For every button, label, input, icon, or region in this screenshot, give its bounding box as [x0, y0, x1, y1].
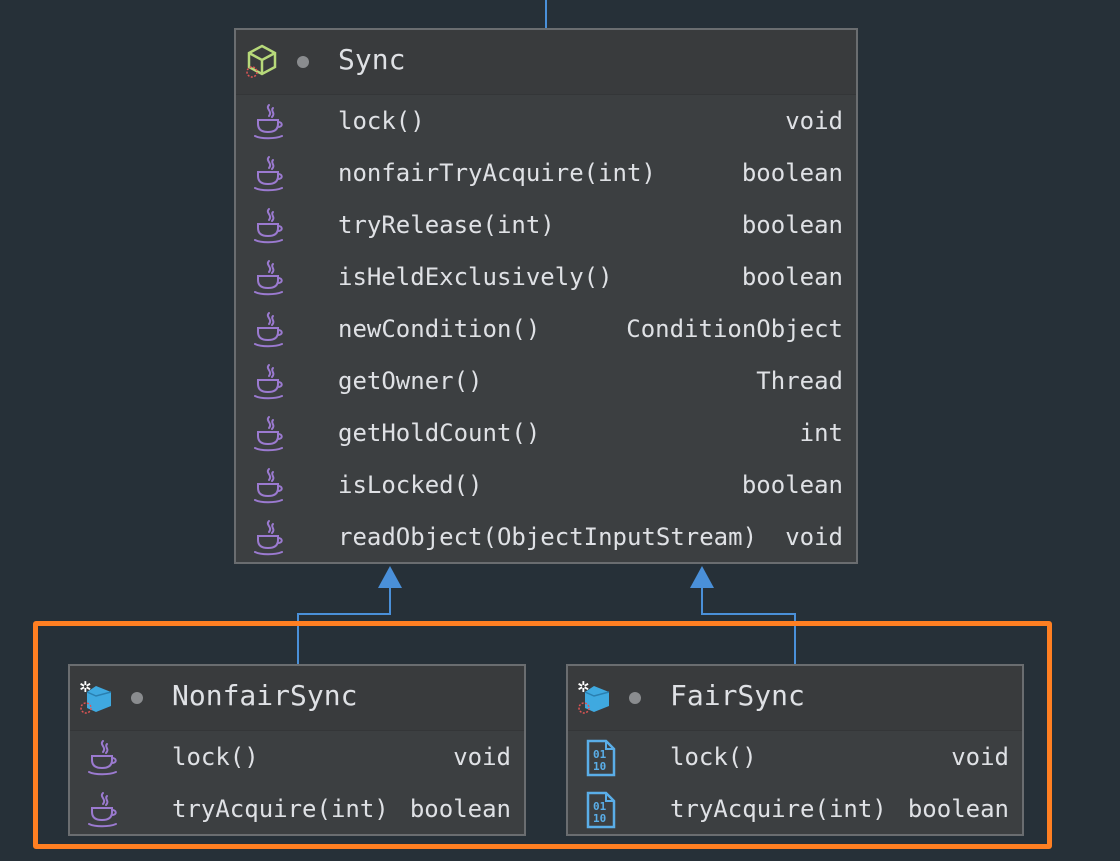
method-row[interactable]: nonfairTryAcquire(int) boolean: [236, 147, 856, 199]
svg-text:✲: ✲: [79, 678, 92, 696]
svg-text:10: 10: [593, 812, 606, 825]
method-return-type: boolean: [741, 211, 843, 239]
method-row[interactable]: readObject(ObjectInputStream) void: [236, 511, 856, 563]
class-box-sync[interactable]: Sync lock() void nonfairTryAcquire(int) boo…: [234, 28, 858, 564]
java-method-icon: [86, 737, 120, 777]
package-visibility-icon: [297, 56, 309, 68]
method-return-type: void: [785, 107, 843, 135]
method-name: isLocked(): [338, 471, 483, 499]
method-row[interactable]: lock() void: [70, 731, 524, 783]
class-header: Sync: [236, 30, 856, 95]
method-name: lock(): [338, 107, 425, 135]
binary-method-icon: 01 10: [584, 789, 618, 829]
inheritance-arrow-right: [690, 566, 714, 588]
java-method-icon: [252, 361, 286, 401]
method-return-type: Thread: [756, 367, 843, 395]
method-list: lock() void tryAcquire(int) boolean: [70, 731, 524, 835]
method-name: newCondition(): [338, 315, 541, 343]
class-name: Sync: [338, 43, 406, 76]
method-name: getHoldCount(): [338, 419, 541, 447]
method-return-type: void: [951, 743, 1009, 771]
java-method-icon: [252, 257, 286, 297]
java-method-icon: [252, 101, 286, 141]
java-method-icon: [252, 413, 286, 453]
package-visibility-icon: [131, 692, 143, 704]
method-return-type: ConditionObject: [626, 315, 843, 343]
class-name: NonfairSync: [172, 679, 358, 712]
java-method-icon: [86, 789, 120, 829]
java-method-icon: [252, 465, 286, 505]
method-return-type: void: [453, 743, 511, 771]
method-list: lock() void nonfairTryAcquire(int) boolean t…: [236, 95, 856, 563]
method-row[interactable]: getHoldCount() int: [236, 407, 856, 459]
java-method-icon: [252, 153, 286, 193]
method-return-type: boolean: [409, 795, 511, 823]
method-name: tryRelease(int): [338, 211, 555, 239]
method-name: lock(): [172, 743, 259, 771]
method-row[interactable]: newCondition() ConditionObject: [236, 303, 856, 355]
method-return-type: boolean: [907, 795, 1009, 823]
method-return-type: void: [785, 523, 843, 551]
method-name: lock(): [670, 743, 757, 771]
java-method-icon: [252, 517, 286, 557]
abstract-class-icon: [246, 44, 277, 78]
method-row[interactable]: isLocked() boolean: [236, 459, 856, 511]
method-row[interactable]: tryAcquire(int) boolean: [70, 783, 524, 835]
method-name: isHeldExclusively(): [338, 263, 613, 291]
method-return-type: boolean: [741, 159, 843, 187]
static-class-icon: ✲: [577, 678, 610, 714]
method-name: tryAcquire(int): [670, 795, 887, 823]
static-class-icon: ✲: [79, 678, 112, 714]
java-method-icon: [252, 205, 286, 245]
method-row[interactable]: 01 10 lock() void: [568, 731, 1022, 783]
class-header: ✲ NonfairSync: [70, 666, 524, 731]
method-return-type: int: [799, 419, 843, 447]
method-return-type: boolean: [741, 263, 843, 291]
method-list: 01 10 lock() void 01 10 tryAcquire(int) boolean: [568, 731, 1022, 835]
method-name: getOwner(): [338, 367, 483, 395]
method-row[interactable]: isHeldExclusively() boolean: [236, 251, 856, 303]
method-row[interactable]: lock() void: [236, 95, 856, 147]
class-box-nonfairsync[interactable]: ✲ NonfairSync lock() void tryAcquire(int) b…: [68, 664, 526, 836]
class-box-fairsync[interactable]: ✲ FairSync 01 10 lock() void 01 10 tryAcquire(…: [566, 664, 1024, 836]
method-name: readObject(ObjectInputStream): [338, 523, 758, 551]
method-row[interactable]: tryRelease(int) boolean: [236, 199, 856, 251]
method-name: tryAcquire(int): [172, 795, 389, 823]
inheritance-arrow-left: [378, 566, 402, 588]
package-visibility-icon: [629, 692, 641, 704]
svg-text:10: 10: [593, 760, 606, 773]
svg-text:✲: ✲: [577, 678, 590, 696]
method-row[interactable]: getOwner() Thread: [236, 355, 856, 407]
class-header: ✲ FairSync: [568, 666, 1022, 731]
method-return-type: boolean: [741, 471, 843, 499]
java-method-icon: [252, 309, 286, 349]
method-name: nonfairTryAcquire(int): [338, 159, 656, 187]
binary-method-icon: 01 10: [584, 737, 618, 777]
class-name: FairSync: [670, 679, 805, 712]
method-row[interactable]: 01 10 tryAcquire(int) boolean: [568, 783, 1022, 835]
